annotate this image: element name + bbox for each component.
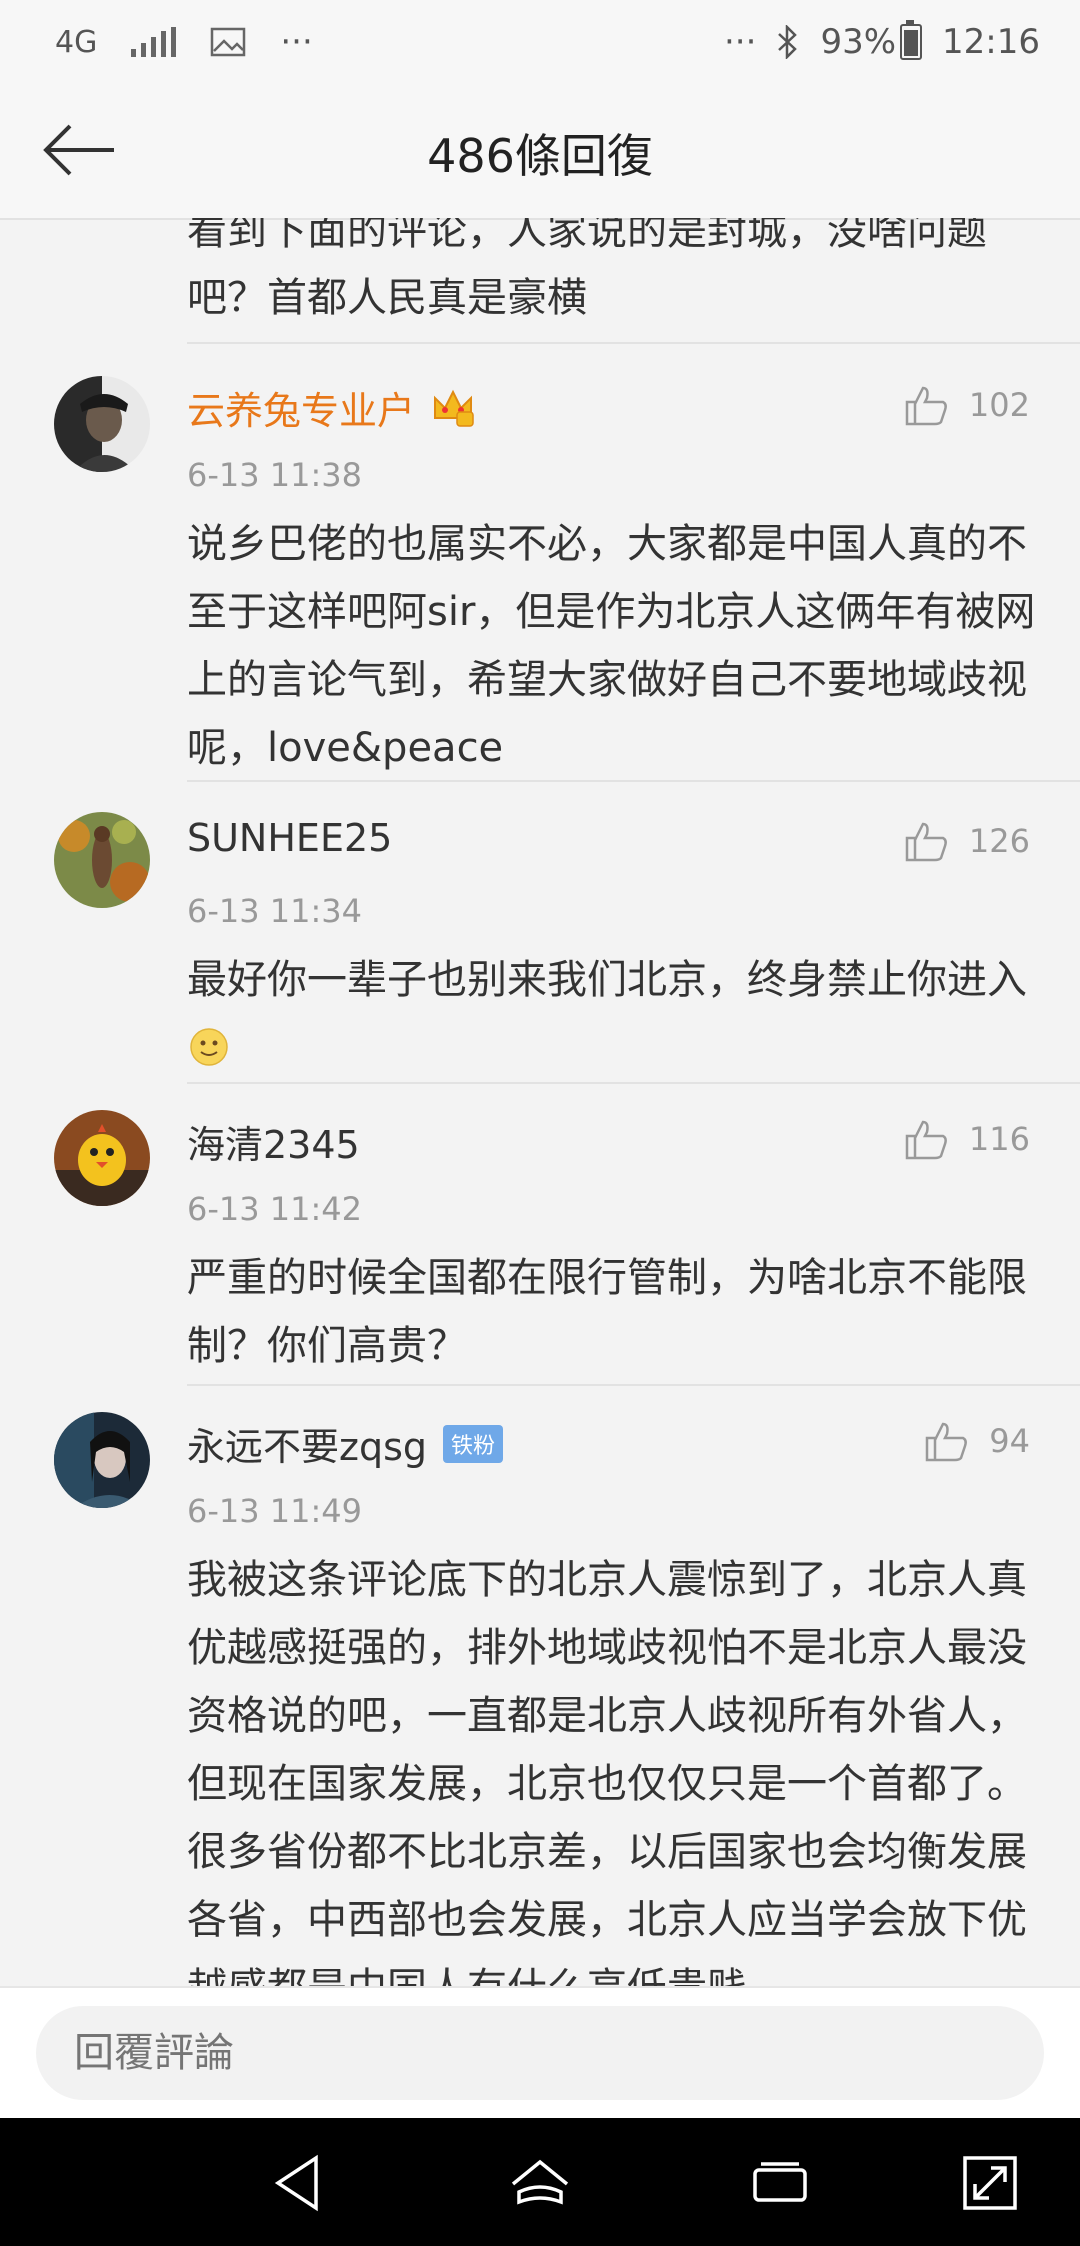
- status-bar: 4G ··· ··· 93% 12:16: [0, 0, 1080, 90]
- comment-time: 6-13 11:34: [187, 892, 363, 930]
- comment-time: 6-13 11:49: [187, 1492, 363, 1530]
- like-button[interactable]: 94: [923, 1418, 1030, 1464]
- avatar[interactable]: [54, 812, 150, 908]
- thumbs-up-icon: [905, 822, 947, 862]
- divider: [187, 1384, 1080, 1386]
- comment-time: 6-13 11:38: [187, 456, 363, 494]
- username[interactable]: SUNHEE25: [187, 816, 392, 860]
- divider: [187, 1082, 1080, 1084]
- home-icon: [511, 2159, 569, 2205]
- comment-list[interactable]: 看到下面的评论，人家说的是封城，没啥问题 吧？首都人民真是豪横 云养兔专业户 1…: [0, 218, 1080, 1986]
- nav-recents-button[interactable]: [745, 2148, 815, 2218]
- comment-body: 最好你一辈子也别来我们北京，终身禁止你进入: [187, 946, 1037, 1082]
- username[interactable]: 永远不要zqsg 铁粉: [187, 1416, 504, 1471]
- like-button[interactable]: 116: [903, 1116, 1030, 1162]
- divider: [187, 342, 1080, 344]
- avatar[interactable]: [54, 376, 150, 472]
- nav-home-button[interactable]: [505, 2148, 575, 2218]
- reply-bar: [0, 1986, 1080, 2120]
- thumbs-up-icon: [926, 1422, 968, 1462]
- status-more: ···: [724, 22, 757, 62]
- avatar[interactable]: [54, 1110, 150, 1206]
- username[interactable]: 云养兔专业户: [187, 380, 475, 435]
- comment-body: 说乡巴佬的也属实不必，大家都是中国人真的不至于这样吧阿sir，但是作为北京人这俩…: [187, 521, 1036, 771]
- reply-input[interactable]: [36, 2006, 1044, 2100]
- avatar[interactable]: [54, 1412, 150, 1508]
- image-icon: [211, 27, 246, 57]
- recents-icon: [753, 2162, 807, 2202]
- app-header: 486條回復: [0, 90, 1080, 220]
- signal-icon: [131, 27, 177, 57]
- clock: 12:16: [942, 22, 1040, 62]
- bluetooth-icon: [778, 25, 798, 59]
- triangle-back-icon: [274, 2154, 318, 2212]
- comment-body: 严重的时候全国都在限行管制，为啥北京不能限制？你们高贵？: [187, 1255, 1027, 1369]
- username[interactable]: 海清2345: [187, 1114, 360, 1169]
- smile-emoji-icon: [190, 1028, 228, 1066]
- nav-expand-button[interactable]: [955, 2148, 1025, 2218]
- comment-time: 6-13 11:42: [187, 1190, 363, 1228]
- nav-back-button[interactable]: [266, 2148, 336, 2218]
- fan-badge: 铁粉: [443, 1424, 504, 1463]
- page-title: 486條回復: [427, 129, 653, 183]
- comment-body: 我被这条评论底下的北京人震惊到了，北京人真优越感挺强的，排外地域歧视怕不是北京人…: [187, 1557, 1027, 1986]
- thumbs-up-icon: [905, 1120, 947, 1160]
- divider: [187, 780, 1080, 782]
- thumbs-up-icon: [905, 386, 947, 426]
- network-label: 4G: [55, 24, 98, 60]
- battery-percent: 93%: [820, 22, 897, 62]
- more-notifications: ···: [280, 22, 313, 62]
- crown-badge-icon: [434, 389, 474, 427]
- system-nav-bar: [0, 2118, 1080, 2246]
- partial-comment-body: 看到下面的评论，人家说的是封城，没啥问题 吧？首都人民真是豪横: [187, 218, 987, 321]
- expand-icon: [963, 2156, 1017, 2210]
- battery-icon: [900, 20, 923, 60]
- like-button[interactable]: 126: [903, 818, 1030, 864]
- like-button[interactable]: 102: [903, 382, 1030, 428]
